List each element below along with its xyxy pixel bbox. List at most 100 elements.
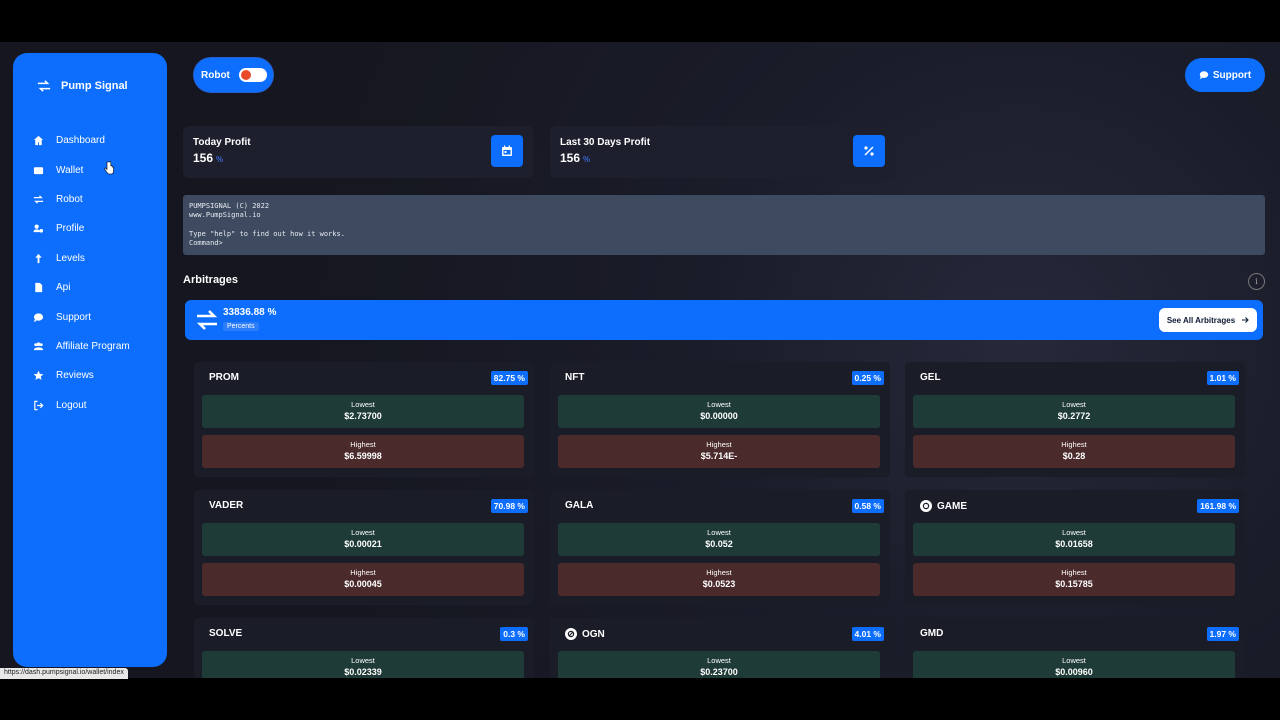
last30-profit-card: Last 30 Days Profit 156% <box>550 126 895 178</box>
arbitrage-card[interactable]: GALA 0.58 % Lowest $0.052 Highest $0.0523 <box>550 490 890 605</box>
highest-price: $6.59998 <box>344 451 382 461</box>
terminal-prompt[interactable]: Command> <box>189 239 1259 248</box>
sidebar-item-logout[interactable]: Logout <box>33 391 163 420</box>
arrow-up-icon <box>33 253 44 264</box>
sidebar-item-label: Dashboard <box>56 135 105 147</box>
lowest-price-box: Lowest $2.73700 <box>202 395 524 428</box>
sidebar-item-profile[interactable]: Profile <box>33 214 163 243</box>
ogn-coin-icon <box>565 628 577 640</box>
sidebar-item-wallet[interactable]: Wallet <box>33 155 163 184</box>
arbitrage-card[interactable]: VADER 70.98 % Lowest $0.00021 Highest $0.0… <box>194 490 534 605</box>
sidebar-item-label: Robot <box>56 193 83 205</box>
sidebar-item-label: Logout <box>56 399 87 411</box>
sidebar-item-reviews[interactable]: Reviews <box>33 361 163 390</box>
sidebar-item-label: Support <box>56 311 92 323</box>
exchange-icon <box>37 80 51 92</box>
highest-price: $0.00045 <box>344 579 382 589</box>
last30-profit-value: 156% <box>560 151 591 165</box>
chat-icon <box>1199 71 1208 80</box>
mouse-cursor-icon <box>104 161 114 175</box>
sidebar-item-dashboard[interactable]: Dashboard <box>33 126 163 155</box>
coin-name: VADER <box>209 500 244 511</box>
highest-price-box: Highest $5.714E- <box>558 435 880 468</box>
lowest-price-box: Lowest $0.00021 <box>202 523 524 556</box>
home-icon <box>33 135 44 146</box>
lowest-price: $0.00021 <box>344 539 382 549</box>
robot-toggle[interactable]: Robot <box>194 58 273 92</box>
percent-badge: 82.75 % <box>490 371 528 385</box>
highest-price-box: Highest $0.0523 <box>558 563 880 596</box>
file-icon <box>33 282 44 293</box>
bottom-letterbox <box>0 678 1280 720</box>
sidebar-item-api[interactable]: Api <box>33 273 163 302</box>
arbitrage-card[interactable]: GAME 161.98 % Lowest $0.01658 Highest $0.1… <box>905 490 1245 605</box>
coin-name: GEL <box>920 372 941 383</box>
last30-profit-label: Last 30 Days Profit <box>560 137 651 148</box>
lowest-price-box: Lowest $0.00000 <box>558 395 880 428</box>
coin-name: SOLVE <box>209 628 243 639</box>
arrow-right-icon <box>1242 317 1249 323</box>
command-terminal[interactable]: PUMPSIGNAL (C) 2022 www.PumpSignal.io Ty… <box>183 195 1265 255</box>
coin-name: GAME <box>920 500 967 512</box>
highest-price: $0.28 <box>1062 451 1086 461</box>
highest-price-box: Highest $0.15785 <box>913 563 1235 596</box>
lowest-price: $2.73700 <box>344 411 382 421</box>
robot-toggle-label: Robot <box>201 69 230 81</box>
logout-icon <box>33 400 44 411</box>
lowest-price: $0.00000 <box>700 411 738 421</box>
arbitrages-percent-label: Percents <box>223 322 259 331</box>
sidebar-item-label: Profile <box>56 223 85 235</box>
support-button[interactable]: Support <box>1185 58 1265 92</box>
coin-name: NFT <box>565 372 585 383</box>
support-button-label: Support <box>1212 69 1252 81</box>
star-icon <box>33 370 44 381</box>
coin-name: OGN <box>565 628 605 640</box>
lowest-price-box: Lowest $0.01658 <box>913 523 1235 556</box>
highest-price: $0.0523 <box>702 579 736 589</box>
sidebar-item-levels[interactable]: Levels <box>33 244 163 273</box>
exchange-icon <box>33 194 44 205</box>
chat-icon <box>33 312 44 323</box>
sidebar-item-label: Affiliate Program <box>56 340 130 352</box>
exchange-icon <box>196 310 218 330</box>
highest-price-box: Highest $0.00045 <box>202 563 524 596</box>
percent-button[interactable] <box>853 135 885 167</box>
arbitrage-card[interactable]: GMD 1.97 % Lowest $0.00960 <box>905 618 1245 678</box>
arbitrage-card[interactable]: PROM 82.75 % Lowest $2.73700 Highest $6.59… <box>194 362 534 477</box>
highest-price: $5.714E- <box>700 451 738 461</box>
brand[interactable]: Pump Signal <box>37 79 128 93</box>
calendar-button[interactable] <box>491 135 523 167</box>
status-bar-url: https://dash.pumpsignal.io/wallet/index <box>0 668 128 679</box>
lowest-price-box: Lowest $0.02339 <box>202 651 524 678</box>
game-coin-icon <box>920 500 932 512</box>
sidebar-item-robot[interactable]: Robot <box>33 185 163 214</box>
sidebar-nav: Dashboard Wallet Robot Profile Levels Ap… <box>33 126 163 420</box>
sidebar-item-label: Reviews <box>56 370 94 382</box>
lowest-price: $0.02339 <box>344 667 382 677</box>
coin-name: GALA <box>565 500 594 511</box>
arbitrage-card[interactable]: GEL 1.01 % Lowest $0.2772 Highest $0.28 <box>905 362 1245 477</box>
sidebar-item-affiliate[interactable]: Affiliate Program <box>33 332 163 361</box>
info-icon[interactable]: i <box>1248 273 1265 290</box>
coin-name: PROM <box>209 372 239 383</box>
sidebar-item-label: Api <box>56 282 71 294</box>
percent-badge: 0.25 % <box>851 371 884 385</box>
robot-switch[interactable] <box>239 68 267 82</box>
lowest-price: $0.2772 <box>1057 411 1091 421</box>
highest-price: $0.15785 <box>1055 579 1093 589</box>
sidebar-item-support[interactable]: Support <box>33 302 163 331</box>
today-profit-card: Today Profit 156% <box>183 126 533 178</box>
highest-price-box: Highest $6.59998 <box>202 435 524 468</box>
wallet-icon <box>33 165 44 176</box>
coin-name: GMD <box>920 628 944 639</box>
percent-badge: 0.3 % <box>500 627 528 641</box>
lowest-price: $0.01658 <box>1055 539 1093 549</box>
users-cog-icon <box>33 223 44 234</box>
group-icon <box>33 341 44 352</box>
sidebar-item-label: Levels <box>56 252 85 264</box>
arbitrage-card[interactable]: OGN 4.01 % Lowest $0.23700 <box>550 618 890 678</box>
arbitrage-card[interactable]: NFT 0.25 % Lowest $0.00000 Highest $5.714E… <box>550 362 890 477</box>
see-all-arbitrages-button[interactable]: See All Arbitrages <box>1159 308 1257 332</box>
arbitrage-card[interactable]: SOLVE 0.3 % Lowest $0.02339 <box>194 618 534 678</box>
top-letterbox <box>0 0 1280 42</box>
